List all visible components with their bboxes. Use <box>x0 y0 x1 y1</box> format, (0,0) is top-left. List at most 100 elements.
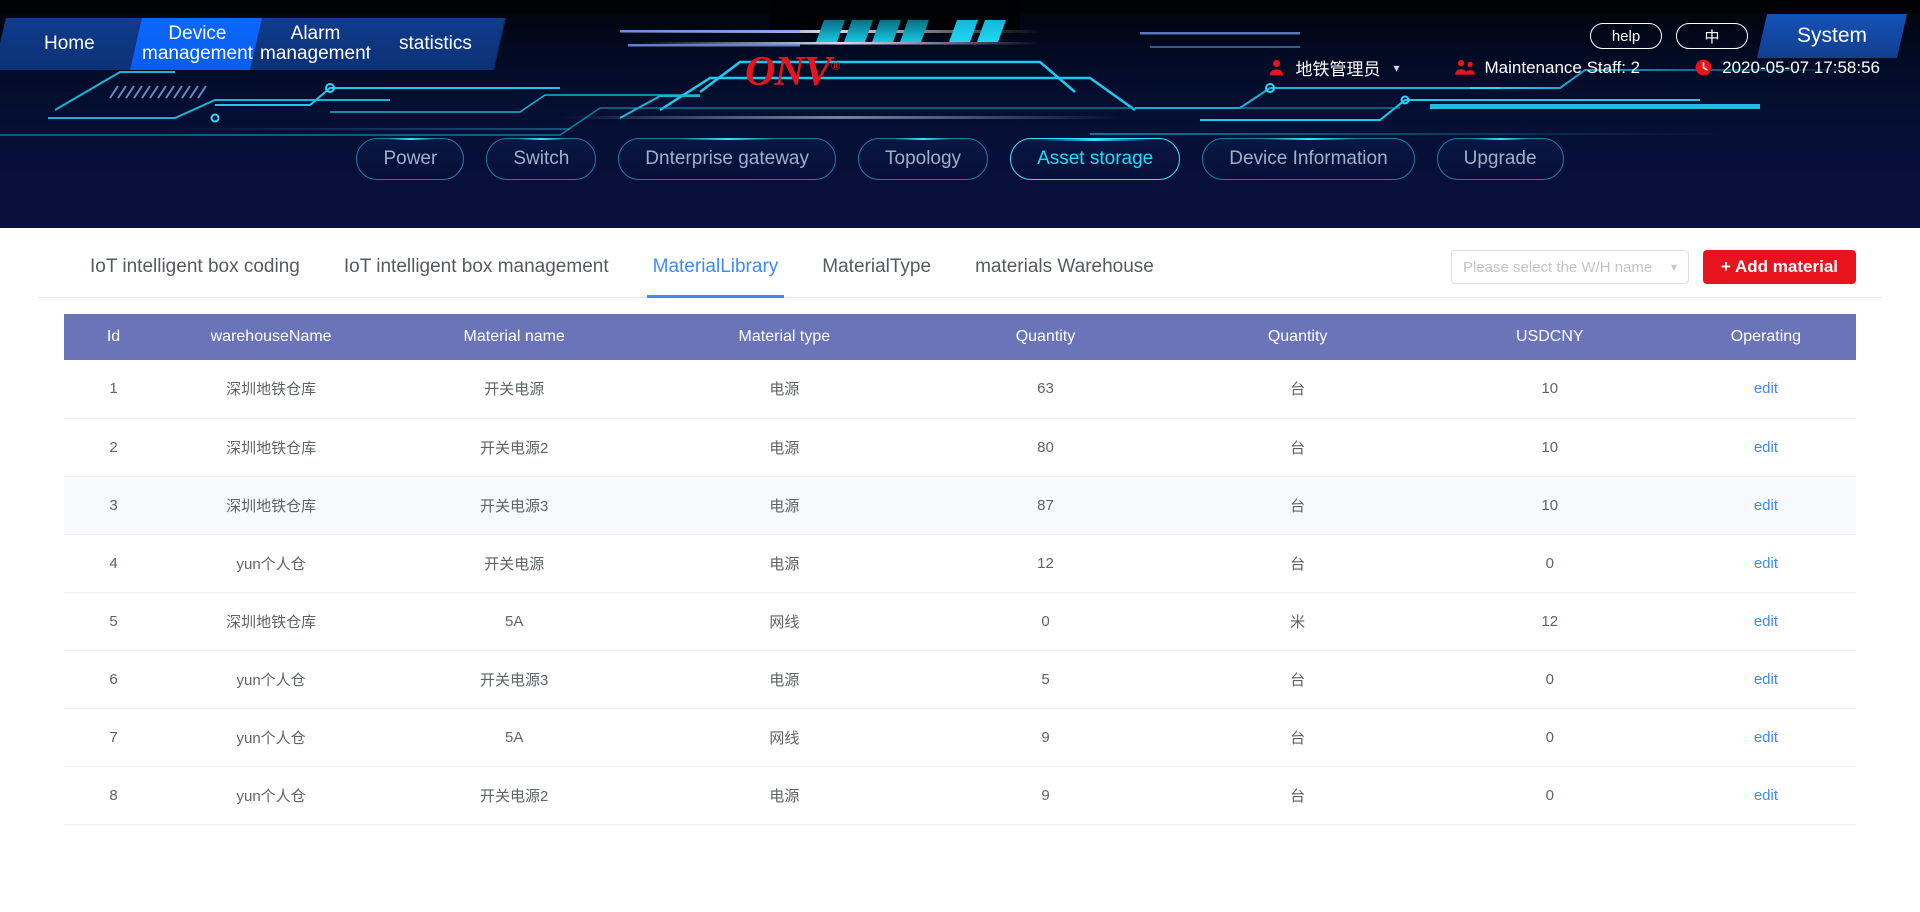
row-material-name: 开关电源3 <box>379 476 650 535</box>
col-header-usdcny: USDCNY <box>1423 314 1676 360</box>
edit-link[interactable]: edit <box>1754 439 1778 456</box>
sec-nav-topology[interactable]: Topology <box>858 138 989 180</box>
table-body: 1 深圳地铁仓库 开关电源 电源 63 台 10 edit 2 深圳地铁仓库 开关电源2 电源 80 台 1… <box>64 360 1856 825</box>
row-material-type: 电源 <box>649 534 920 593</box>
add-material-button[interactable]: + Add material <box>1703 250 1856 284</box>
row-quantity: 0 <box>919 592 1172 651</box>
nav-tab-device-management-label: Device management <box>142 23 253 64</box>
sec-nav-power[interactable]: Power <box>356 138 465 180</box>
row-id: 1 <box>64 360 164 419</box>
people-icon <box>1454 58 1476 77</box>
row-id: 3 <box>64 476 164 535</box>
table-row: 7 yun个人仓 5A 网线 9 台 0 edit <box>64 708 1856 767</box>
row-material-type: 网线 <box>649 708 920 767</box>
table-head: Id warehouseName Material name Material … <box>64 314 1856 360</box>
row-warehouse: yun个人仓 <box>163 650 380 709</box>
row-usdcny: 10 <box>1423 418 1676 477</box>
edit-link[interactable]: edit <box>1754 729 1778 746</box>
row-material-type: 电源 <box>649 650 920 709</box>
nav-tab-alarm-management-label: Alarm management <box>260 23 371 64</box>
tab-iot-box-management[interactable]: IoT intelligent box management <box>322 236 631 298</box>
edit-link[interactable]: edit <box>1754 497 1778 514</box>
table-row: 1 深圳地铁仓库 开关电源 电源 63 台 10 edit <box>64 360 1856 419</box>
row-material-type: 电源 <box>649 766 920 825</box>
tab-iot-box-coding[interactable]: IoT intelligent box coding <box>68 236 322 298</box>
nav-tab-device-management[interactable]: Device management <box>129 18 267 70</box>
secondary-navigation[interactable]: Power Switch Dnterprise gateway Topology… <box>0 138 1920 180</box>
nav-tab-statistics[interactable]: statistics <box>365 18 507 70</box>
row-operating: edit <box>1675 708 1856 767</box>
panel-tab-bar[interactable]: IoT intelligent box coding IoT intellige… <box>38 236 1882 298</box>
row-quantity: 12 <box>919 534 1172 593</box>
table-row: 3 深圳地铁仓库 开关电源3 电源 87 台 10 edit <box>64 476 1856 535</box>
tab-material-type[interactable]: MaterialType <box>800 236 953 298</box>
row-material-type: 电源 <box>649 418 920 477</box>
user-account[interactable]: 地铁管理员 ▾ <box>1267 55 1400 80</box>
row-material-name: 开关电源3 <box>379 650 650 709</box>
registered-trademark-icon: ® <box>830 58 841 73</box>
header-info-bar: 地铁管理员 ▾ Maintenance Staff: 2 2020-05-07 … <box>1267 55 1880 80</box>
row-warehouse: yun个人仓 <box>163 766 380 825</box>
table-row: 2 深圳地铁仓库 开关电源2 电源 80 台 10 edit <box>64 418 1856 477</box>
nav-tab-alarm-management[interactable]: Alarm management <box>249 18 383 70</box>
row-unit: 台 <box>1171 534 1424 593</box>
row-unit: 米 <box>1171 592 1424 651</box>
edit-link[interactable]: edit <box>1754 555 1778 572</box>
row-id: 4 <box>64 534 164 593</box>
row-material-name: 开关电源 <box>379 534 650 593</box>
row-quantity: 9 <box>919 766 1172 825</box>
row-id: 6 <box>64 650 164 709</box>
sec-nav-enterprise-gateway[interactable]: Dnterprise gateway <box>618 138 836 180</box>
row-warehouse: 深圳地铁仓库 <box>163 476 380 535</box>
row-unit: 台 <box>1171 476 1424 535</box>
row-id: 7 <box>64 708 164 767</box>
row-usdcny: 0 <box>1423 650 1676 709</box>
row-material-type: 网线 <box>649 592 920 651</box>
warehouse-select[interactable]: Please select the W/H name ▾ <box>1451 250 1689 284</box>
edit-link[interactable]: edit <box>1754 671 1778 688</box>
row-material-name: 5A <box>379 592 650 651</box>
onv-logo-text: ONV <box>745 49 832 95</box>
row-operating: edit <box>1675 592 1856 651</box>
tab-material-library[interactable]: MaterialLibrary <box>631 236 801 298</box>
datetime-label: 2020-05-07 17:58:56 <box>1722 57 1880 77</box>
system-button[interactable]: System <box>1756 14 1908 58</box>
content-panel: IoT intelligent box coding IoT intellige… <box>38 236 1882 912</box>
sec-nav-asset-storage[interactable]: Asset storage <box>1010 138 1181 180</box>
edit-link[interactable]: edit <box>1754 787 1778 804</box>
nav-tab-home[interactable]: Home <box>0 18 147 70</box>
sec-nav-switch[interactable]: Switch <box>486 138 597 180</box>
sec-nav-upgrade[interactable]: Upgrade <box>1436 138 1564 180</box>
edit-link[interactable]: edit <box>1754 380 1778 397</box>
user-icon <box>1267 58 1286 77</box>
table-row: 6 yun个人仓 开关电源3 电源 5 台 0 edit <box>64 650 1856 709</box>
onv-logo: ONV® <box>745 48 841 96</box>
col-header-quantity: Quantity <box>919 314 1172 360</box>
tab-materials-warehouse[interactable]: materials Warehouse <box>953 236 1176 298</box>
row-material-name: 开关电源2 <box>379 766 650 825</box>
datetime-info: 2020-05-07 17:58:56 <box>1694 58 1880 78</box>
table-row: 8 yun个人仓 开关电源2 电源 9 台 0 edit <box>64 766 1856 825</box>
help-button[interactable]: help <box>1590 23 1662 49</box>
sec-nav-device-information[interactable]: Device Information <box>1202 138 1415 180</box>
row-operating: edit <box>1675 476 1856 535</box>
row-unit: 台 <box>1171 708 1424 767</box>
row-quantity: 5 <box>919 650 1172 709</box>
system-button-label: System <box>1796 24 1867 47</box>
chevron-down-icon: ▾ <box>1393 60 1400 75</box>
row-warehouse: 深圳地铁仓库 <box>163 418 380 477</box>
nav-tab-home-label: Home <box>44 33 95 55</box>
col-header-material-type: Material type <box>649 314 920 360</box>
row-usdcny: 10 <box>1423 476 1676 535</box>
row-unit: 台 <box>1171 418 1424 477</box>
col-header-material-name: Material name <box>379 314 650 360</box>
row-id: 5 <box>64 592 164 651</box>
edit-link[interactable]: edit <box>1754 613 1778 630</box>
primary-navigation[interactable]: Home Device management Alarm management … <box>0 18 507 70</box>
row-material-type: 电源 <box>649 360 920 419</box>
header-right-controls: help 中 System <box>1590 14 1908 58</box>
row-material-name: 开关电源 <box>379 360 650 419</box>
row-material-type: 电源 <box>649 476 920 535</box>
language-toggle-button[interactable]: 中 <box>1676 23 1748 49</box>
col-header-warehouse: warehouseName <box>163 314 380 360</box>
